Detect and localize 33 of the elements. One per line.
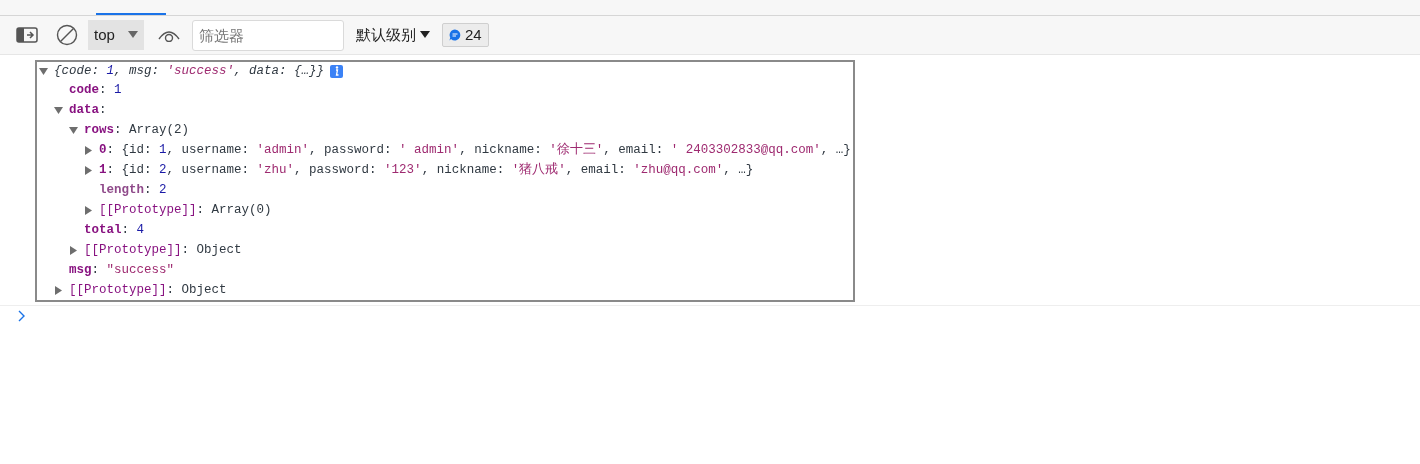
collapsed-triangle-icon[interactable] <box>84 145 93 155</box>
log-level-dropdown[interactable]: 默认级别 <box>356 23 430 47</box>
sidebar-toggle-icon[interactable] <box>16 27 38 43</box>
filter-field[interactable]: 筛选器 <box>192 19 344 51</box>
clear-console-icon[interactable] <box>56 24 78 46</box>
property-line: rows: Array(2) <box>84 121 190 139</box>
property-line: code: 1 <box>69 81 122 99</box>
eye-icon[interactable] <box>158 28 180 42</box>
expanded-triangle-icon[interactable] <box>69 125 78 135</box>
property-line: [[Prototype]]: Array(0) <box>99 201 272 219</box>
collapsed-triangle-icon[interactable] <box>69 245 78 255</box>
active-tab-indicator <box>96 13 166 15</box>
property-line: msg: "success" <box>69 261 175 279</box>
message-icon <box>449 29 461 41</box>
object-summary: {code: 1, msg: 'success', data: {…}} <box>54 62 325 80</box>
caret-icon <box>420 31 430 39</box>
property-line: [[Prototype]]: Object <box>69 281 227 299</box>
property-line: data: <box>69 101 107 119</box>
messages-badge[interactable]: 24 <box>442 23 489 47</box>
context-dropdown[interactable]: top <box>88 20 144 50</box>
property-line: total: 4 <box>84 221 145 239</box>
property-line: [[Prototype]]: Object <box>84 241 242 259</box>
expanded-triangle-icon[interactable] <box>39 66 48 76</box>
collapsed-triangle-icon[interactable] <box>54 285 63 295</box>
property-line: length: 2 <box>99 181 167 199</box>
property-line: 0: {id: 1, username: 'admin', password: ' admin', nickname: '徐十三', email: ' 2403302833@qq.com', …} <box>99 141 851 159</box>
collapsed-triangle-icon[interactable] <box>84 205 93 215</box>
property-line: 1: {id: 2, username: 'zhu', password: '123', nickname: '猪八戒', email: 'zhu@qq.com', …} <box>99 161 754 179</box>
prompt-chevron-icon[interactable] <box>18 310 26 322</box>
caret-icon <box>128 31 138 39</box>
info-icon[interactable] <box>330 64 344 78</box>
collapsed-triangle-icon[interactable] <box>84 165 93 175</box>
expanded-triangle-icon[interactable] <box>54 105 63 115</box>
